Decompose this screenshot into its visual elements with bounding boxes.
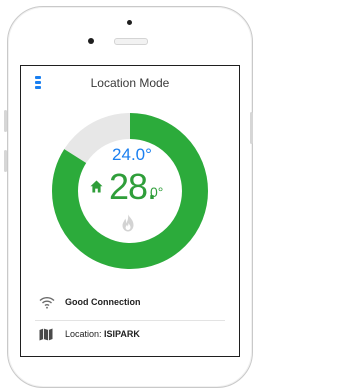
camera-dot [127, 20, 132, 25]
connection-status: Good Connection [35, 293, 225, 313]
map-icon [39, 328, 53, 341]
page-title: Location Mode [90, 76, 170, 90]
flame-icon [122, 214, 134, 232]
front-camera [88, 38, 94, 44]
volume-button [4, 110, 7, 132]
home-icon [90, 180, 103, 193]
app-screen: Location Mode 24.0° 28. 0° Good Connecti… [20, 65, 240, 357]
current-temperature: 28. [109, 166, 157, 207]
volume-button [4, 150, 7, 172]
app-header: Location Mode [21, 66, 239, 100]
power-button [250, 112, 253, 144]
earpiece-speaker [114, 38, 148, 45]
setpoint-value: 24.0 [112, 145, 146, 164]
wifi-icon [39, 296, 55, 309]
connection-label: Good Connection [65, 297, 141, 307]
current-temperature-decimal: 0° [150, 184, 164, 200]
location-info: Location: ISIPARK [35, 325, 225, 345]
setpoint-temperature[interactable]: 24.0° [110, 145, 154, 165]
divider [35, 320, 225, 321]
setpoint-unit: ° [145, 145, 152, 164]
